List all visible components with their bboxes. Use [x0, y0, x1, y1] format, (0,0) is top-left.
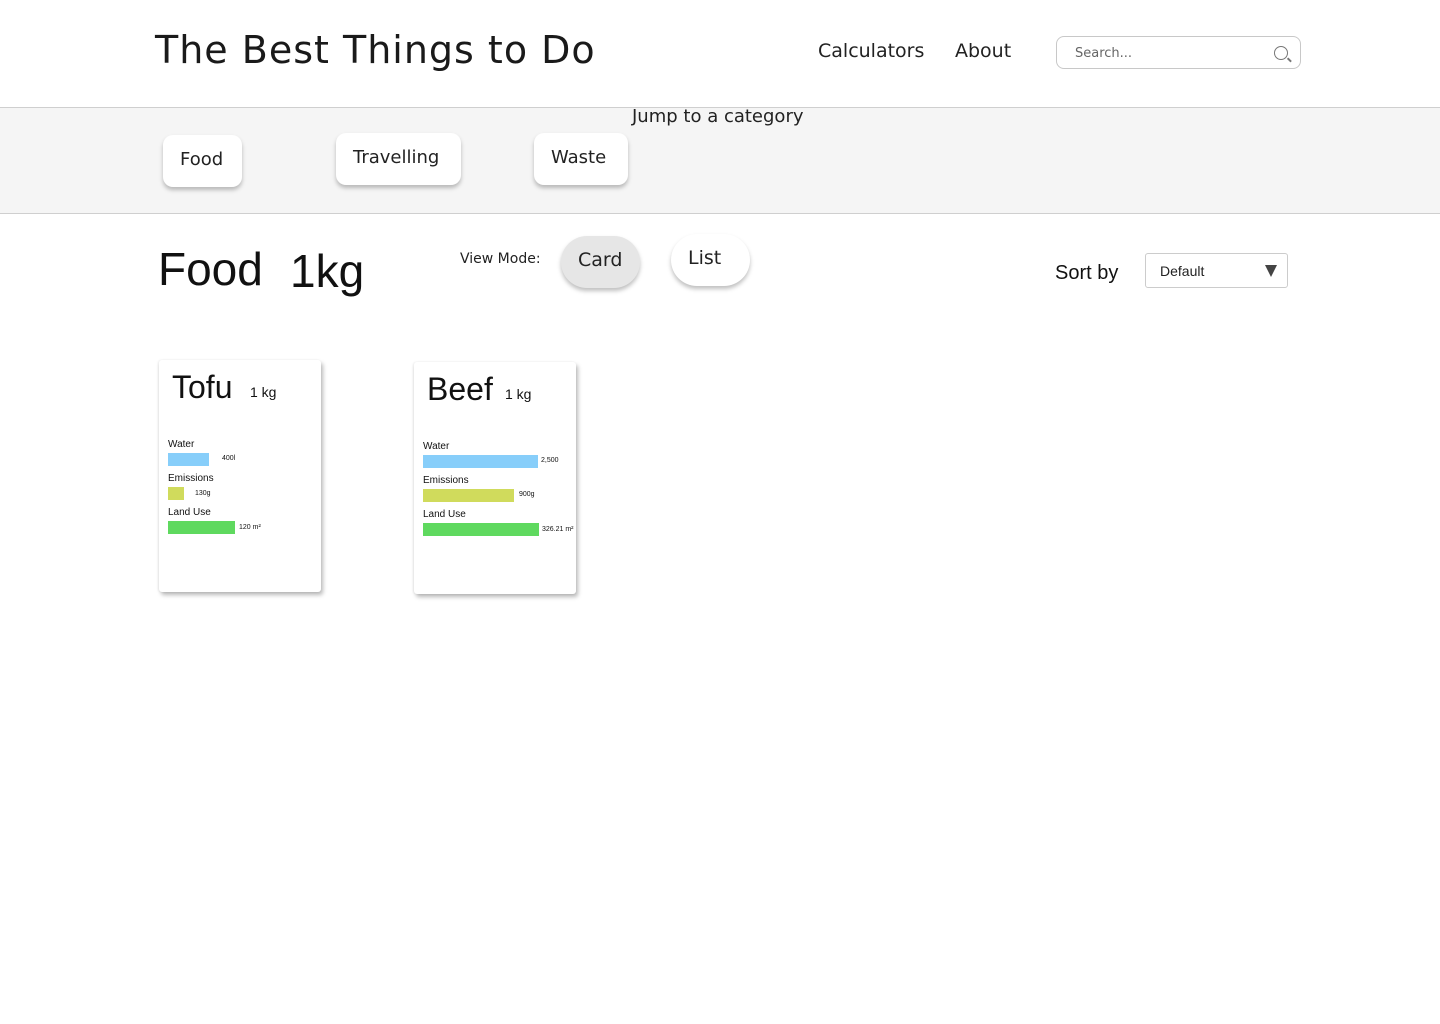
item-card-beef[interactable]: Beef 1 kg Water 2,500 Emissions 900g Lan… — [414, 362, 576, 594]
search-icon[interactable] — [1274, 46, 1288, 60]
search-box — [1056, 36, 1301, 70]
metric-label-water: Water — [423, 441, 450, 452]
jump-to-category-label: Jump to a category — [632, 106, 804, 127]
metric-bar-emissions — [168, 487, 184, 500]
card-title: Tofu — [172, 369, 233, 405]
metric-value-emissions: 130g — [195, 490, 211, 497]
sort-select[interactable]: Default — [1145, 253, 1288, 288]
metric-bar-emissions — [423, 489, 514, 502]
metric-value-land-use: 326.21 m² — [542, 526, 574, 533]
card-title: Beef — [427, 371, 493, 407]
metric-bar-water — [168, 453, 209, 466]
metric-value-water: 2,500 — [541, 457, 559, 464]
metric-label-water: Water — [168, 439, 195, 450]
metric-label-land-use: Land Use — [168, 507, 211, 518]
metric-label-land-use: Land Use — [423, 509, 466, 520]
view-mode-card-button[interactable]: Card — [561, 236, 640, 288]
metric-bar-land-use — [168, 521, 235, 534]
metric-label-emissions: Emissions — [168, 473, 214, 484]
metric-value-land-use: 120 m² — [239, 524, 261, 531]
page-title: Food — [158, 243, 263, 295]
page-unit: 1kg — [290, 245, 365, 297]
card-quantity: 1 kg — [505, 386, 532, 402]
nav-link-about[interactable]: About — [955, 40, 1011, 62]
category-button-waste[interactable]: Waste — [534, 133, 628, 185]
view-mode-label: View Mode: — [460, 251, 541, 267]
site-title[interactable]: The Best Things to Do — [155, 28, 596, 72]
metric-bar-land-use — [423, 523, 539, 536]
category-button-food[interactable]: Food — [163, 135, 242, 187]
nav-link-calculators[interactable]: Calculators — [818, 40, 924, 62]
metric-bar-water — [423, 455, 538, 468]
card-quantity: 1 kg — [250, 384, 277, 400]
chevron-down-icon — [1265, 265, 1277, 277]
sort-label: Sort by — [1055, 262, 1119, 284]
search-input[interactable] — [1073, 37, 1267, 70]
sort-selected-value: Default — [1160, 263, 1205, 279]
category-button-travelling[interactable]: Travelling — [336, 133, 461, 185]
metric-value-water: 400l — [222, 455, 236, 462]
metric-value-emissions: 900g — [519, 491, 535, 498]
view-mode-list-button[interactable]: List — [671, 234, 750, 286]
item-card-tofu[interactable]: Tofu 1 kg Water 400l Emissions 130g Land… — [159, 360, 321, 592]
metric-label-emissions: Emissions — [423, 475, 469, 486]
